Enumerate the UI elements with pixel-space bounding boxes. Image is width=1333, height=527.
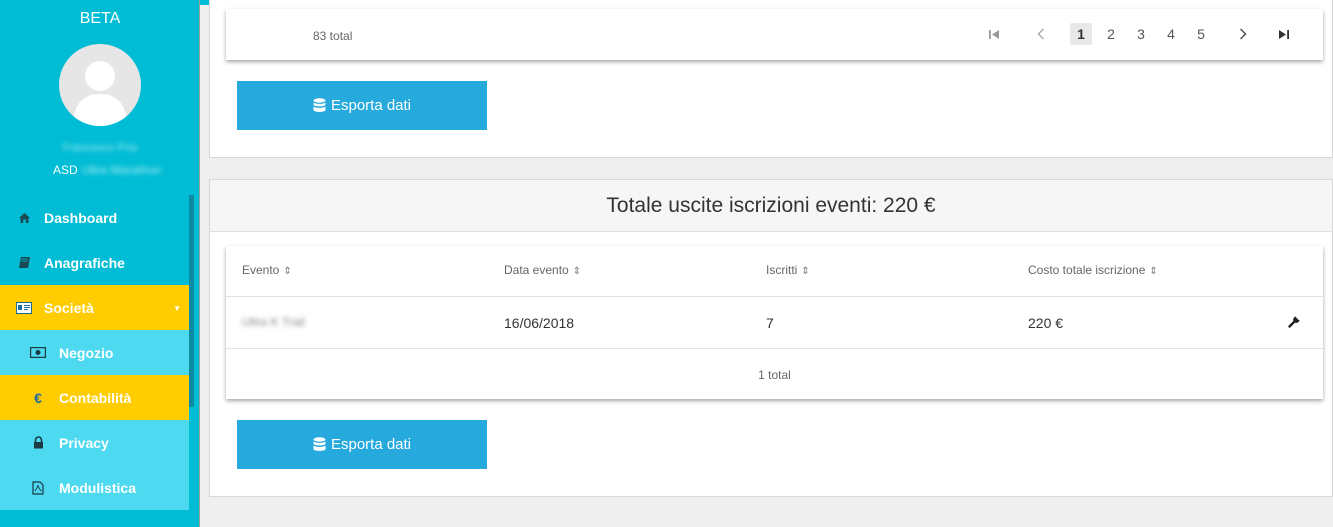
cell-evento: Ultra K Trail: [242, 315, 305, 329]
export-button-label: Esporta dati: [330, 436, 412, 453]
sidebar-item-societa[interactable]: Società ▼: [0, 285, 189, 330]
home-icon: [16, 210, 32, 226]
first-page-icon: [989, 29, 999, 39]
column-header-costo[interactable]: Costo totale iscrizione ⇕: [1028, 263, 1158, 277]
avatar[interactable]: [59, 44, 141, 126]
database-icon: [313, 98, 326, 113]
table-row[interactable]: Ultra K Trail 16/06/2018 7 220 €: [226, 297, 1323, 349]
page-button[interactable]: 5: [1190, 23, 1212, 45]
sidebar-item-label: Dashboard: [44, 209, 118, 226]
euro-icon: €: [34, 389, 42, 406]
page-button[interactable]: 2: [1100, 23, 1122, 45]
sidebar-scrollbar[interactable]: [189, 195, 194, 407]
page-button[interactable]: 1: [1070, 23, 1092, 45]
chevron-down-icon: ▼: [173, 304, 181, 313]
chevron-right-icon: [1239, 28, 1247, 40]
events-table: Evento ⇕ Data evento ⇕ Iscritti ⇕ Costo tot…: [226, 246, 1323, 399]
database-icon: [313, 437, 326, 452]
sidebar-menu: Dashboard Anagrafiche Società ▼ Negozio …: [0, 195, 189, 510]
export-data-button[interactable]: Esporta dati: [237, 81, 487, 130]
column-header-label: Iscritti: [766, 263, 798, 277]
export-data-button[interactable]: Esporta dati: [237, 420, 487, 469]
sidebar-item-label: Società: [44, 299, 94, 316]
section-title: Totale uscite iscrizioni eventi: 220 €: [210, 180, 1332, 232]
sort-icon: ⇕: [283, 266, 292, 277]
sidebar-item-dashboard[interactable]: Dashboard: [0, 195, 189, 240]
sidebar-item-label: Contabilità: [59, 389, 132, 406]
org-name: Ultra Marathon: [81, 163, 162, 177]
org-prefix: ASD: [53, 163, 78, 177]
sidebar-item-label: Anagrafiche: [44, 254, 125, 271]
money-icon: [30, 345, 46, 361]
cell-data-evento: 16/06/2018: [504, 315, 575, 331]
sidebar-item-modulistica[interactable]: Modulistica: [0, 465, 189, 510]
total-count: 1 total: [758, 368, 791, 382]
sidebar-item-label: Modulistica: [59, 479, 137, 496]
column-header-label: Costo totale iscrizione: [1028, 263, 1146, 277]
sidebar-item-anagrafiche[interactable]: Anagrafiche: [0, 240, 189, 285]
table-header: Evento ⇕ Data evento ⇕ Iscritti ⇕ Costo tot…: [226, 246, 1323, 297]
previous-page-button[interactable]: [1030, 23, 1052, 45]
export-button-label: Esporta dati: [330, 97, 412, 114]
sidebar-item-label: Negozio: [59, 344, 114, 361]
first-page-button[interactable]: [983, 23, 1005, 45]
last-page-button[interactable]: [1273, 23, 1295, 45]
column-header-data-evento[interactable]: Data evento ⇕: [504, 263, 581, 277]
cell-iscritti: 7: [766, 315, 774, 331]
previous-report-panel: 83 total 1 2 3 4 5 Esporta dati: [209, 0, 1333, 158]
user-silhouette-icon: [73, 61, 127, 126]
user-name: Francesco Pria: [63, 142, 137, 154]
sort-icon: ⇕: [801, 266, 810, 277]
id-card-icon: [16, 300, 32, 316]
sort-icon: ⇕: [572, 266, 582, 277]
sidebar-item-negozio[interactable]: Negozio: [0, 330, 189, 375]
sidebar-item-privacy[interactable]: Privacy: [0, 420, 189, 465]
page-button[interactable]: 4: [1160, 23, 1182, 45]
column-header-label: Evento: [242, 263, 280, 277]
sidebar-item-label: Privacy: [59, 434, 109, 451]
column-header-evento[interactable]: Evento ⇕: [242, 263, 292, 277]
lock-icon: [30, 435, 46, 451]
beta-label: BETA: [79, 10, 121, 27]
user-organization: ASD Ultra Marathon: [53, 163, 161, 177]
next-page-button[interactable]: [1232, 23, 1254, 45]
chevron-left-icon: [1037, 28, 1045, 40]
wrench-icon[interactable]: [1288, 314, 1302, 333]
last-page-icon: [1279, 29, 1289, 39]
page-button[interactable]: 3: [1130, 23, 1152, 45]
sidebar-item-contabilita[interactable]: € Contabilità: [0, 375, 189, 420]
column-header-iscritti[interactable]: Iscritti ⇕: [766, 263, 810, 277]
column-header-label: Data evento: [504, 263, 569, 277]
pagination: 1 2 3 4 5: [226, 23, 1323, 45]
cell-costo: 220 €: [1028, 315, 1064, 331]
events-expenses-panel: Totale uscite iscrizioni eventi: 220 € E…: [209, 179, 1333, 497]
pdf-file-icon: [30, 480, 46, 496]
table-footer-card: 83 total 1 2 3 4 5: [226, 9, 1323, 60]
sidebar: BETA Francesco Pria ASD Ultra Marathon Da…: [0, 0, 200, 527]
book-icon: [16, 255, 32, 271]
sort-icon: ⇕: [1149, 266, 1158, 277]
